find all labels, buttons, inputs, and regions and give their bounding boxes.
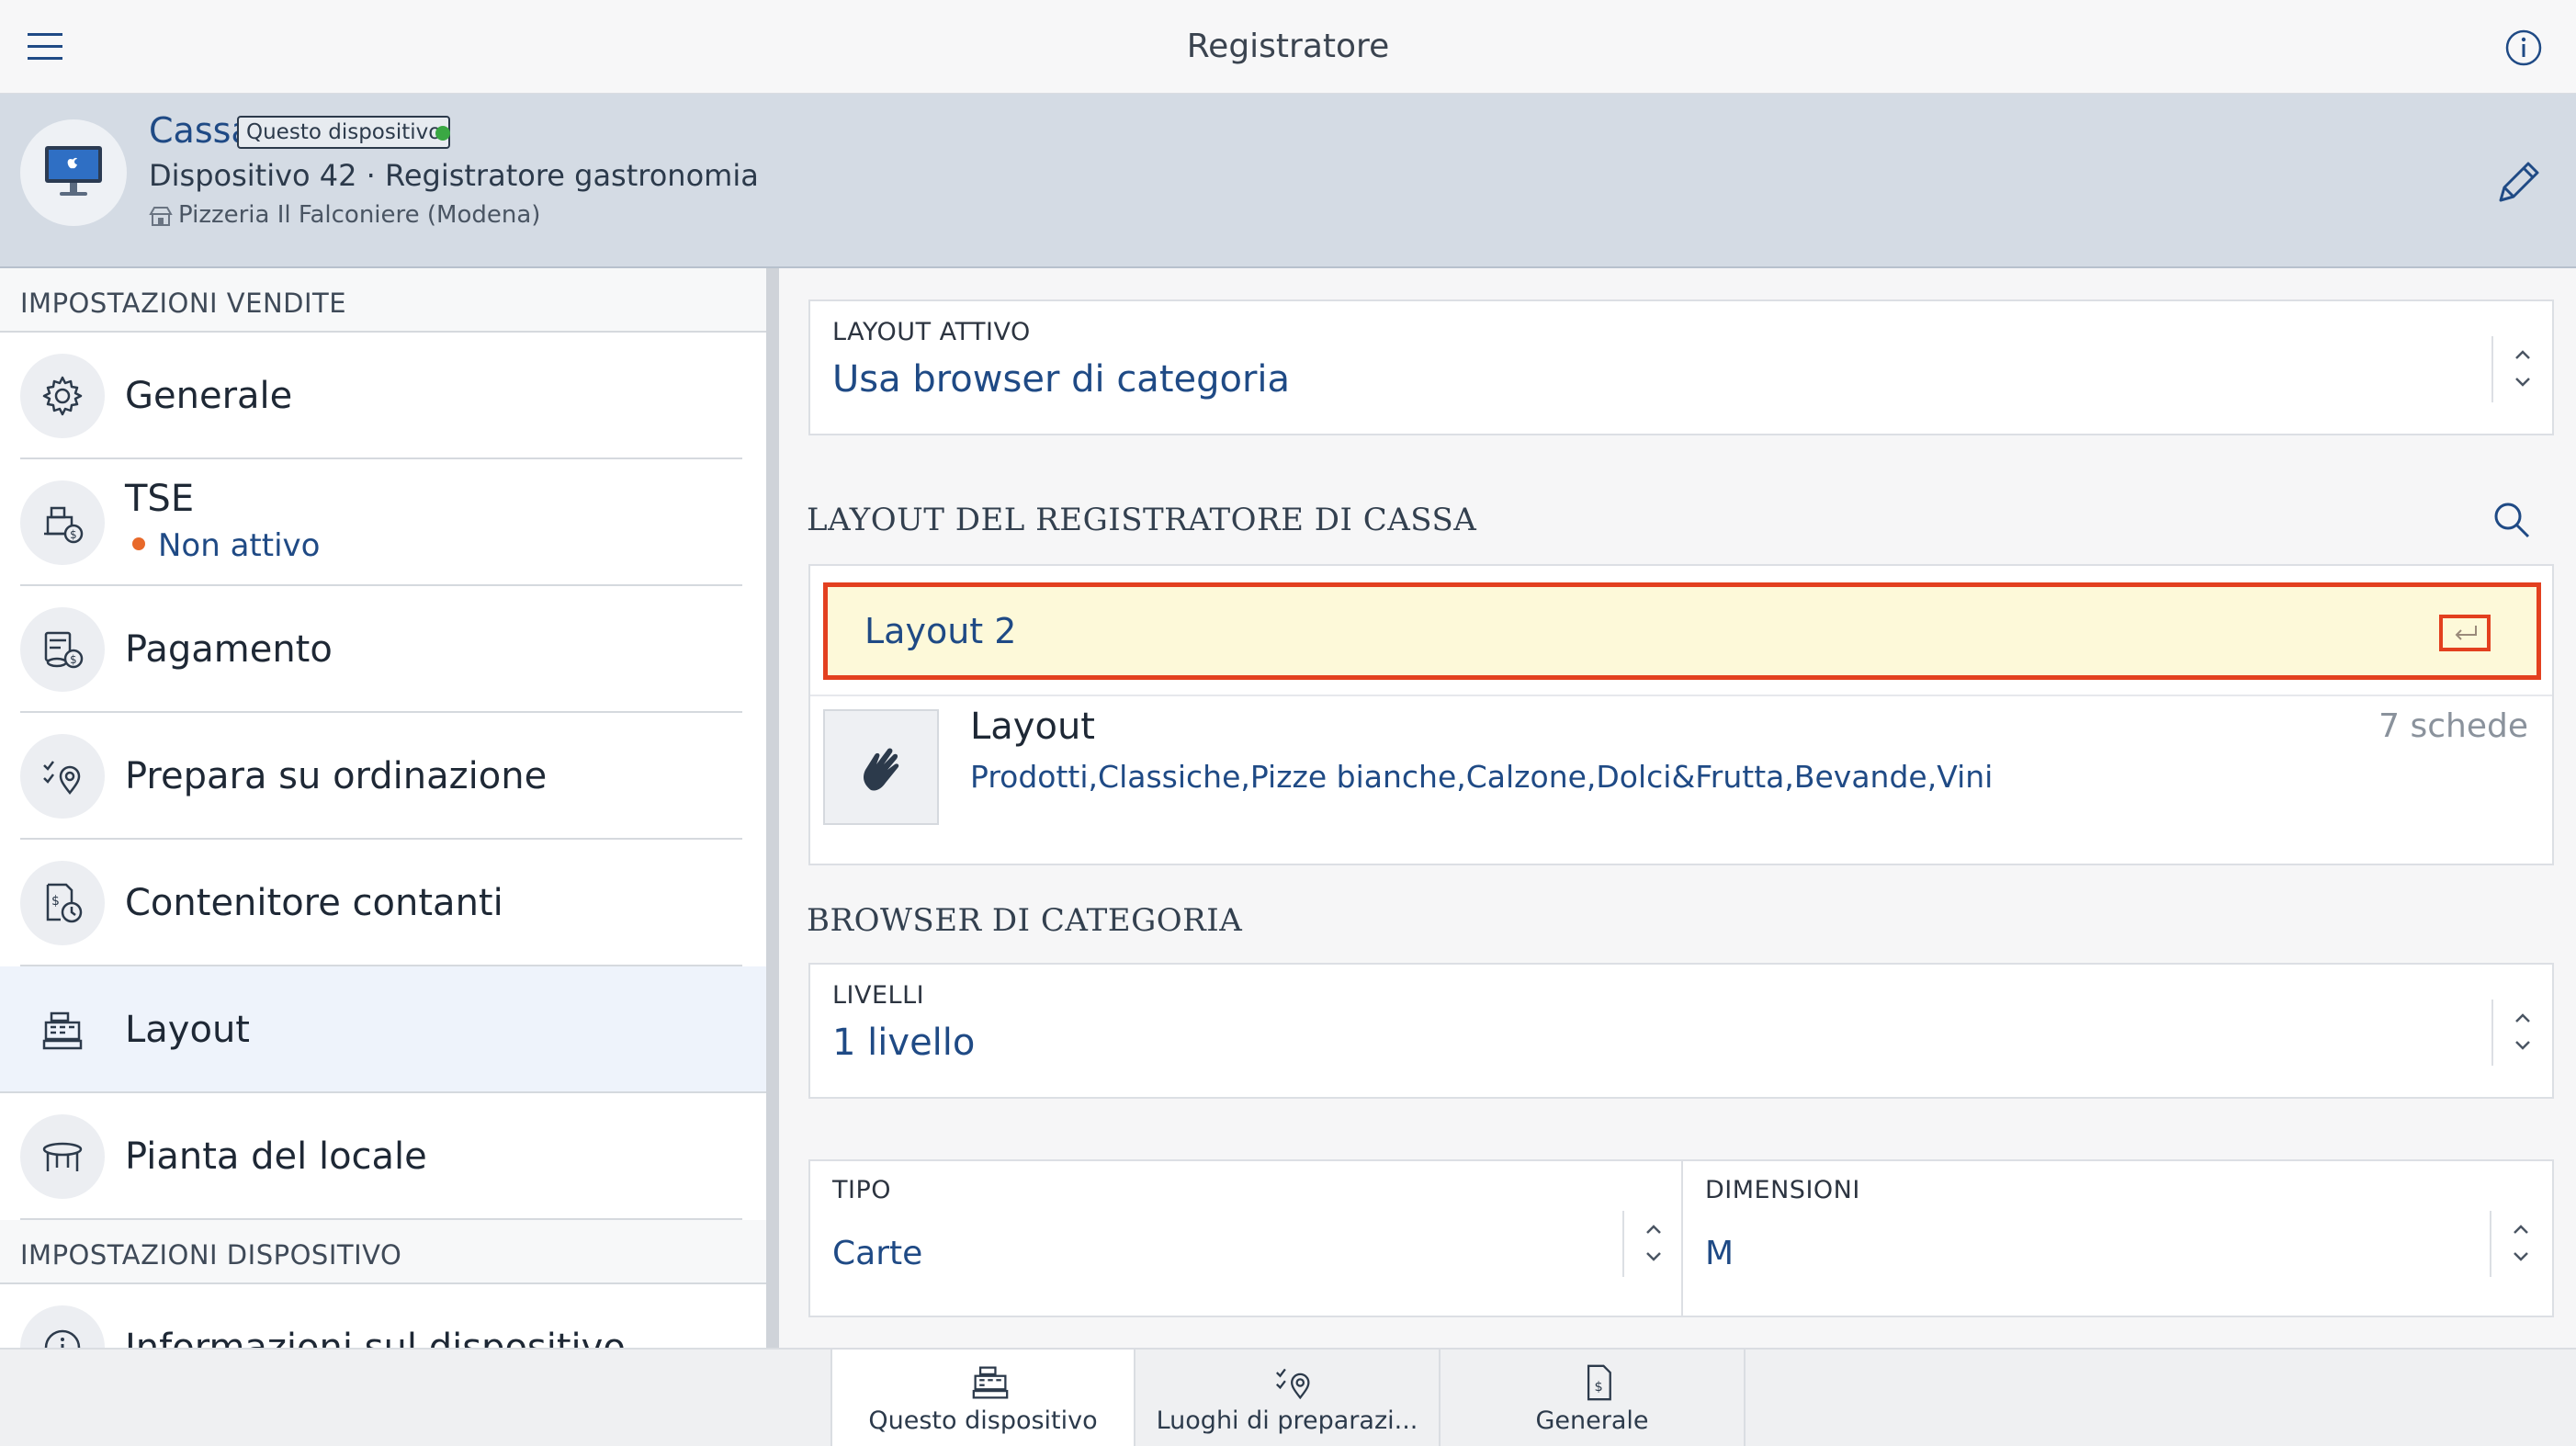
- sidebar-item-label: Prepara su ordinazione: [125, 755, 548, 797]
- chevron-up-down-icon: [2515, 350, 2530, 387]
- size-value: M: [1705, 1235, 1734, 1272]
- tab-generale[interactable]: $ Generale: [1441, 1350, 1746, 1446]
- status-dot-inactive: [132, 537, 145, 550]
- sidebar-item-label: Pagamento: [125, 628, 333, 671]
- main-content: LAYOUT ATTIVO Usa browser di categoria L…: [783, 268, 2576, 1348]
- type-select[interactable]: TIPO Carte: [810, 1161, 1683, 1316]
- section-header-sales: IMPOSTAZIONI VENDITE: [0, 268, 766, 333]
- sidebar-item-label: Contenitore contanti: [125, 882, 503, 924]
- info-icon: [20, 1305, 105, 1348]
- device-avatar: [20, 119, 127, 226]
- active-layout-stepper[interactable]: [2491, 336, 2543, 402]
- tab-luoghi-di-preparazione[interactable]: Luoghi di preparazi...: [1135, 1350, 1441, 1446]
- cash-register-icon: [972, 1366, 1009, 1399]
- sidebar-item-label: TSE: [125, 478, 195, 520]
- sidebar-item-label: Layout: [125, 1009, 250, 1051]
- active-layout-label: LAYOUT ATTIVO: [832, 318, 1031, 346]
- category-browser-title: BROWSER DI CATEGORIA: [807, 902, 1243, 939]
- tab-label: Questo dispositivo: [868, 1406, 1098, 1435]
- size-stepper[interactable]: [2490, 1211, 2541, 1277]
- device-subtitle: Dispositivo 42 · Registratore gastronomi…: [149, 158, 759, 193]
- tab-label: Generale: [1535, 1406, 1649, 1435]
- tse-status: Non attivo: [132, 527, 320, 564]
- bottom-tab-bar: Questo dispositivo Luoghi di preparazi..…: [0, 1348, 2576, 1446]
- svg-text:$: $: [1594, 1380, 1602, 1395]
- sidebar-divider: [766, 268, 779, 1348]
- layout-thumbnail: [823, 709, 939, 825]
- layout-item-categories: Prodotti,Classiche,Pizze bianche,Calzone…: [970, 759, 1994, 795]
- desktop-computer-icon: [45, 146, 102, 196]
- active-layout-value: Usa browser di categoria: [832, 358, 1291, 401]
- layout-item-count: 7 schede: [2378, 707, 2528, 745]
- document-dollar-icon: $: [1587, 1364, 1611, 1401]
- payment-icon: $: [20, 607, 105, 692]
- layout-search-value: Layout 2: [864, 611, 1017, 651]
- tab-label: Luoghi di preparazi...: [1156, 1406, 1418, 1435]
- levels-value: 1 livello: [832, 1022, 976, 1064]
- device-header: Cassa Questo dispositivo Dispositivo 42 …: [0, 94, 2576, 268]
- app-title: Registratore: [1186, 28, 1390, 65]
- levels-stepper[interactable]: [2491, 1000, 2543, 1066]
- svg-text:$: $: [70, 653, 77, 666]
- edit-pencil-icon[interactable]: [2491, 156, 2545, 209]
- sidebar-item-contenitore[interactable]: $ Contenitore contanti: [0, 840, 766, 966]
- chevron-up-down-icon: [2515, 1013, 2530, 1050]
- type-size-card: TIPO Carte DIMENSIONI M: [808, 1159, 2554, 1317]
- top-bar: Registratore: [0, 0, 2576, 94]
- gear-icon: [20, 354, 105, 438]
- sidebar-item-pianta[interactable]: Pianta del locale: [0, 1093, 766, 1220]
- cash-drawer-icon: $: [20, 861, 105, 945]
- chevron-up-down-icon: [2514, 1225, 2528, 1261]
- levels-label: LIVELLI: [832, 981, 925, 1010]
- sidebar-item-layout[interactable]: Layout: [0, 966, 766, 1093]
- chevron-up-down-icon: [1646, 1225, 1661, 1261]
- prep-location-icon: [20, 734, 105, 819]
- register-layout-card: Layout 2 Layout Prodotti,Classiche,Pizze…: [808, 564, 2554, 865]
- search-icon[interactable]: [2491, 500, 2532, 540]
- register-layout-title: LAYOUT DEL REGISTRATORE DI CASSA: [807, 502, 1477, 538]
- sidebar-item-label: Generale: [125, 375, 293, 417]
- hand-icon: [864, 748, 899, 791]
- sidebar-item-prepara[interactable]: Prepara su ordinazione: [0, 713, 766, 840]
- layout-search-field[interactable]: Layout 2: [823, 582, 2541, 680]
- settings-sidebar: IMPOSTAZIONI VENDITE Generale $ TSE Non …: [0, 268, 766, 1348]
- online-status-dot: [435, 126, 450, 141]
- levels-select[interactable]: LIVELLI 1 livello: [808, 963, 2554, 1099]
- sidebar-item-generale[interactable]: Generale: [0, 333, 766, 459]
- table-icon: [20, 1114, 105, 1199]
- prep-location-icon: [1276, 1368, 1310, 1400]
- enter-key-icon[interactable]: [2439, 615, 2491, 651]
- cash-register-icon: [20, 988, 105, 1072]
- layout-list-item[interactable]: Layout Prodotti,Classiche,Pizze bianche,…: [810, 696, 2552, 864]
- store-icon: [149, 207, 173, 226]
- sidebar-item-info-dispositivo[interactable]: Informazioni sul dispositivo: [0, 1284, 766, 1348]
- layout-item-name: Layout: [970, 706, 1095, 748]
- this-device-badge: Questo dispositivo: [237, 116, 451, 149]
- svg-text:$: $: [51, 894, 60, 909]
- tab-questo-dispositivo[interactable]: Questo dispositivo: [830, 1350, 1135, 1446]
- sidebar-item-tse[interactable]: $ TSE Non attivo: [0, 459, 766, 586]
- sidebar-item-label: Pianta del locale: [125, 1135, 427, 1178]
- info-icon[interactable]: [2504, 28, 2543, 67]
- type-value: Carte: [832, 1235, 923, 1272]
- register-coin-icon: $: [20, 480, 105, 565]
- svg-text:$: $: [70, 528, 77, 541]
- size-select[interactable]: DIMENSIONI M: [1683, 1161, 2552, 1316]
- tse-status-text: Non attivo: [158, 527, 321, 564]
- size-label: DIMENSIONI: [1705, 1176, 1860, 1204]
- device-location: Pizzeria Il Falconiere (Modena): [178, 201, 541, 229]
- sidebar-item-label: Informazioni sul dispositivo: [125, 1327, 626, 1348]
- sidebar-item-pagamento[interactable]: $ Pagamento: [0, 586, 766, 713]
- section-header-device: IMPOSTAZIONI DISPOSITIVO: [0, 1220, 766, 1284]
- type-stepper[interactable]: [1622, 1211, 1674, 1277]
- active-layout-select[interactable]: LAYOUT ATTIVO Usa browser di categoria: [808, 299, 2554, 435]
- type-label: TIPO: [832, 1176, 891, 1204]
